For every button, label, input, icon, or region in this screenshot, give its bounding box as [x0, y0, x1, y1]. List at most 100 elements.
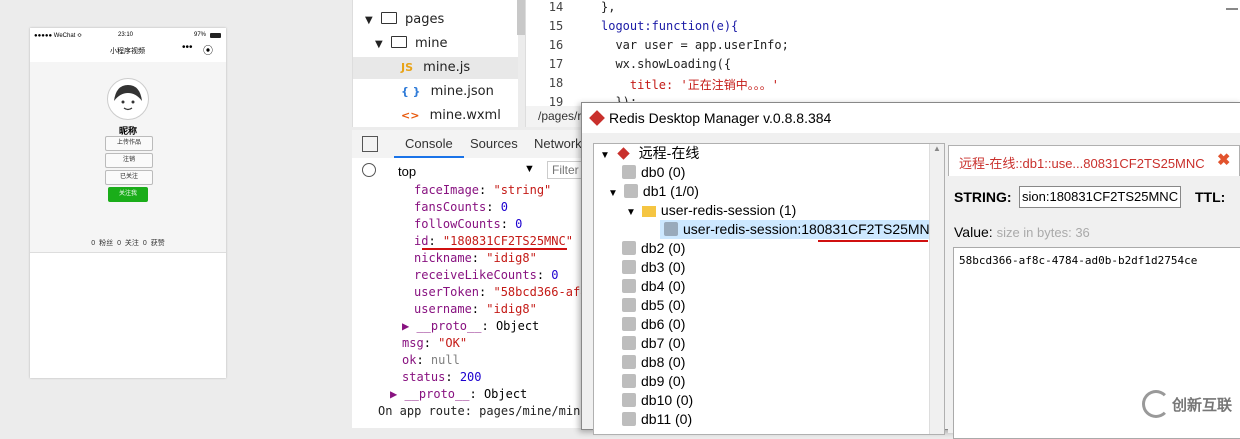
watermark: 创新互联 — [1140, 382, 1240, 428]
database-icon — [622, 374, 636, 388]
console-line[interactable]: ▶ __proto__: Object — [390, 386, 527, 403]
watermark-text: 创新互联 — [1172, 397, 1233, 414]
namespace-node[interactable]: ▼ user-redis-session (1) — [626, 201, 796, 220]
clear-console-icon[interactable] — [362, 163, 376, 177]
tree-label: pages — [404, 12, 445, 27]
close-target-icon[interactable]: ⦿ — [203, 42, 213, 57]
console-line: ok: null — [402, 353, 460, 367]
code-line: title: '正在注销中。。。' — [601, 78, 779, 92]
context-select[interactable]: top — [398, 164, 416, 179]
follow-me-button[interactable]: 关注我 — [108, 187, 148, 202]
line-number: 18 — [548, 76, 564, 90]
upload-work-button[interactable]: 上传作品 — [105, 136, 153, 151]
avatar[interactable] — [107, 78, 149, 120]
followed-button[interactable]: 已关注 — [105, 170, 153, 185]
tree-folder-mine[interactable]: ▼ mine — [375, 33, 515, 55]
ttl-label: TTL: — [1195, 189, 1226, 205]
watermark-logo-icon — [1142, 390, 1170, 418]
console-line: nickname: "idig8" — [414, 251, 537, 265]
key-tab-label: 远程-在线::db1::use...80831CF2TS25MNC — [959, 156, 1205, 171]
db-node-11[interactable]: db11 (0) — [622, 410, 692, 429]
database-icon — [622, 241, 636, 255]
db-node-7[interactable]: db7 (0) — [622, 334, 685, 353]
more-dots-icon[interactable]: ••• — [182, 42, 193, 53]
console-line: followCounts: 0 — [414, 217, 523, 231]
tree-scrollbar[interactable] — [517, 0, 525, 35]
caret-down-icon: ▼ — [626, 207, 636, 218]
value-text: 58bcd366-af8c-4784-ad0b-b2df1d2754ce — [959, 254, 1198, 267]
database-icon — [622, 336, 636, 350]
phone-navbar: 小程序视频 ••• ⦿ — [30, 42, 226, 62]
database-icon — [622, 298, 636, 312]
line-number: 15 — [548, 19, 564, 33]
tab-console[interactable]: Console — [394, 136, 464, 158]
window-titlebar[interactable]: Redis Desktop Manager v.0.8.8.384 — [582, 103, 1240, 133]
tree-label: mine.js — [423, 60, 471, 75]
key-tab[interactable]: 远程-在线::db1::use...80831CF2TS25MNC ✖ — [948, 145, 1240, 176]
caret-down-icon: ▼ — [600, 150, 610, 161]
battery-icon — [210, 33, 221, 38]
type-label: STRING: — [954, 189, 1012, 205]
code-line: wx.showLoading({ — [601, 57, 732, 71]
logout-button[interactable]: 注销 — [105, 153, 153, 168]
db-node-9[interactable]: db9 (0) — [622, 372, 685, 391]
code-line: }, — [601, 0, 616, 14]
status-time: 23:10 — [118, 32, 134, 38]
mine-page: 昵称 上传作品 注销 已关注 关注我 0 粉丝 0 关注 0 获赞 — [30, 62, 226, 253]
tab-network[interactable]: Network — [534, 136, 582, 151]
code-line: var user = app.userInfo; — [601, 38, 789, 52]
line-number: 16 — [548, 38, 564, 52]
tree-file-mine-json[interactable]: { } mine.json — [401, 81, 518, 103]
key-icon — [664, 222, 678, 236]
redis-server-icon — [617, 147, 630, 160]
tab-sources[interactable]: Sources — [470, 136, 518, 151]
phone-status-bar: ●●●●● WeChat ≎ 23:10 97% — [30, 32, 226, 42]
console-line[interactable]: ▶ __proto__: Object — [402, 318, 539, 335]
db-node-1[interactable]: ▼ db1 (1/0) — [608, 182, 699, 201]
battery-text: 97% — [194, 32, 207, 38]
value-size-hint: size in bytes: 36 — [996, 225, 1090, 240]
inspect-element-icon[interactable] — [362, 136, 378, 152]
db-node-2[interactable]: db2 (0) — [622, 239, 685, 258]
folder-icon — [380, 12, 397, 24]
caret-down-icon: ▼ — [365, 15, 373, 26]
tree-scrollbar[interactable]: ▲ — [929, 144, 944, 434]
face-icon — [114, 85, 142, 111]
close-tab-icon[interactable]: ✖ — [1217, 150, 1230, 170]
database-icon — [623, 184, 638, 198]
db-node-4[interactable]: db4 (0) — [622, 277, 685, 296]
code-line: logout:function(e){ — [601, 19, 739, 33]
chevron-up-icon[interactable]: ▲ — [930, 144, 944, 153]
tree-file-mine-js[interactable]: JS mine.js — [353, 57, 518, 79]
chevron-down-icon[interactable]: ▼ — [524, 163, 535, 175]
db-node-5[interactable]: db5 (0) — [622, 296, 685, 315]
tree-folder-pages[interactable]: ▼ pages — [365, 9, 515, 31]
key-name-field[interactable]: sion:180831CF2TS25MNC — [1019, 186, 1181, 208]
db-node-10[interactable]: db10 (0) — [622, 391, 693, 410]
js-file-icon: JS — [401, 61, 414, 74]
db-node-6[interactable]: db6 (0) — [622, 315, 685, 334]
stats-row: 0 粉丝 0 关注 0 获赞 — [91, 240, 165, 247]
db-node-8[interactable]: db8 (0) — [622, 353, 685, 372]
tree-file-mine-wxml[interactable]: <> mine.wxml — [401, 105, 518, 127]
console-line: userToken: "58bcd366-af8c — [414, 285, 595, 299]
console-line: fansCounts: 0 — [414, 200, 508, 214]
console-line: receiveLikeCounts: 0 — [414, 268, 559, 282]
line-number: 17 — [548, 57, 564, 71]
console-line: status: 200 — [402, 370, 482, 384]
tree-label: mine.json — [430, 84, 494, 99]
signal-carrier: ●●●●● WeChat ≎ — [34, 33, 83, 39]
route-log-line: On app route: pages/mine/mine — [378, 404, 588, 418]
connection-label: 远程-在线 — [638, 145, 700, 161]
database-icon — [622, 260, 636, 274]
nav-title: 小程序视频 — [110, 48, 145, 55]
database-icon — [622, 412, 636, 426]
db-node-3[interactable]: db3 (0) — [622, 258, 685, 277]
db-node-0[interactable]: db0 (0) — [622, 163, 685, 182]
connection-node[interactable]: ▼ 远程-在线 — [600, 144, 699, 163]
console-line: faceImage: "string" — [414, 183, 552, 197]
key-node-selected[interactable]: user-redis-session:180831CF2TS25MNC — [660, 220, 944, 239]
database-icon — [622, 317, 636, 331]
tree-label: mine.wxml — [429, 108, 501, 123]
line-number: 14 — [548, 0, 564, 14]
